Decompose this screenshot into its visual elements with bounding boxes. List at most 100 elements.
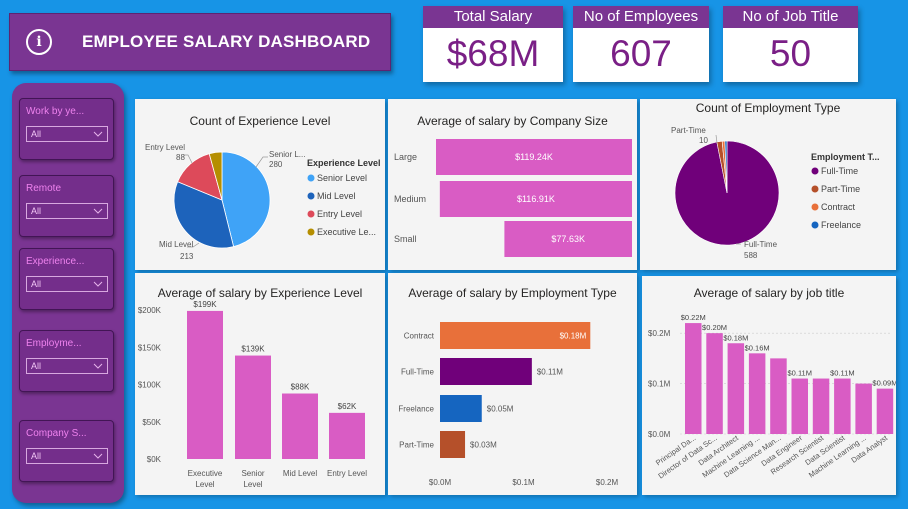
bar-chart-experience-salary: $0K $50K $100K $150K $200K $199K Executive Leve… (138, 300, 367, 489)
bar-data-science-man-4 (770, 358, 787, 434)
slicer-value: All (31, 451, 42, 461)
slicer-label: Employme... (26, 338, 82, 349)
data-label-executive-level: $199K (193, 300, 217, 309)
legend-item-senior-level: Senior Level (317, 173, 367, 183)
legend-item-full-time: Full-Time (821, 166, 858, 176)
slicer-experience[interactable]: Experience... All (19, 248, 114, 310)
chart-card-company-size: Average of salary by Company Size Large $… (388, 99, 637, 270)
legend-item-freelance: Freelance (821, 220, 861, 230)
chevron-down-icon[interactable] (93, 208, 103, 214)
legend-title: Employment T... (811, 152, 880, 162)
bar-chart-job-title-salary: $0.0M$0.1M$0.2M$0.22MPrincipal Da...$0.2… (648, 313, 896, 480)
chevron-down-icon[interactable] (93, 281, 103, 287)
chart-card-job-title-salary: Average of salary by job title $0.0M $0.1… (642, 276, 896, 495)
data-label-large: $119.24K (515, 152, 553, 162)
category-label-executive-level: Executive (188, 469, 223, 478)
data-label-part-time: $0.03M (470, 441, 497, 450)
data-label-mid-level: $88K (291, 383, 310, 392)
slicer-value: All (31, 129, 42, 139)
slicer-label: Remote (26, 183, 62, 194)
category-label-contract: Contract (404, 332, 435, 341)
legend-marker-freelance (811, 221, 819, 229)
legend-marker-entry-level (307, 210, 315, 218)
slicer-work-year[interactable]: Work by ye... All (19, 98, 114, 160)
bar-freelance (440, 395, 482, 422)
data-label-7: $0.11M (830, 369, 854, 378)
bar-research-scientist-6 (812, 378, 830, 434)
bar-machine-learning-3 (748, 353, 766, 434)
category-label-entry-level: Entry Level (327, 469, 367, 478)
category-label-freelance: Freelance (398, 405, 434, 414)
dashboard-title: EMPLOYEE SALARY DASHBOARD (82, 32, 371, 51)
bar-data-scientist-7 (834, 378, 851, 434)
y-tick-label: $0K (147, 455, 162, 464)
slice-label: Senior L... (269, 150, 305, 159)
data-label-senior-level: $139K (241, 345, 265, 354)
category-label-senior-level: Level (243, 480, 262, 489)
slicer-remote[interactable]: Remote All (19, 175, 114, 237)
data-label-small: $77.63K (551, 234, 585, 244)
bar-principal-da-0 (685, 323, 702, 434)
legend-item-part-time: Part-Time (821, 184, 860, 194)
x-tick-label: $0.2M (596, 478, 619, 487)
data-label-medium: $116.91K (517, 194, 555, 204)
bar-director-of-data-sc-1 (706, 333, 723, 434)
slicer-employment[interactable]: Employme... All (19, 330, 114, 392)
category-label-senior-level: Senior (241, 469, 264, 478)
kpi-no-of-job-title: No of Job Title 50 (723, 6, 858, 82)
slice-value-label: 280 (269, 160, 283, 169)
slicer-label: Work by ye... (26, 106, 85, 117)
slicer-dropdown[interactable]: All (26, 358, 108, 374)
slicer-dropdown[interactable]: All (26, 203, 108, 219)
chevron-down-icon[interactable] (93, 363, 103, 369)
leader-line (715, 134, 718, 144)
data-label-entry-level: $62K (338, 402, 357, 411)
slicer-dropdown[interactable]: All (26, 126, 108, 142)
legend-marker-part-time (811, 185, 819, 193)
bar-data-architect-2 (727, 343, 745, 434)
slicer-label: Company S... (26, 428, 87, 439)
bar-machine-learning-8 (855, 383, 872, 434)
chart-card-employment-salary: Average of salary by Employment Type Con… (388, 273, 637, 495)
slicer-label: Experience... (26, 256, 85, 267)
x-tick-label: $0.0M (429, 478, 452, 487)
leader-line (184, 154, 193, 164)
slicer-dropdown[interactable]: All (26, 448, 108, 464)
slicer-value: All (31, 361, 42, 371)
data-label-5: $0.11M (788, 369, 812, 378)
info-icon[interactable]: i (26, 29, 52, 55)
slicer-value: All (31, 206, 42, 216)
kpi-no-of-employees-label: No of Employees (573, 6, 709, 28)
slicer-value: All (31, 279, 42, 289)
bar-data-analyst-9 (876, 388, 894, 434)
chart-card-experience-count: Count of Experience Level Senior L... 280… (135, 99, 385, 270)
bar-entry-level (329, 412, 365, 459)
slice-label: Entry Level (145, 143, 185, 152)
bar-data-engineer-5 (791, 378, 808, 434)
kpi-no-of-job-title-label: No of Job Title (723, 6, 858, 28)
data-label-1: $0.20M (702, 323, 727, 332)
bar-part-time (440, 431, 466, 458)
chevron-down-icon[interactable] (93, 453, 103, 459)
kpi-no-of-job-title-value: 50 (769, 33, 812, 74)
bar-chart-company-size: Large $119.24K Medium $116.91K Small $77.63K (394, 139, 632, 257)
chevron-down-icon[interactable] (93, 131, 103, 137)
y-tick-label: $0.1M (648, 380, 671, 389)
slicer-dropdown[interactable]: All (26, 276, 108, 292)
slicer-company-size[interactable]: Company S... All (19, 420, 114, 482)
y-tick-label: $100K (138, 381, 162, 390)
leader-line (255, 156, 268, 168)
category-label-mid-level: Mid Level (283, 469, 317, 478)
kpi-no-of-employees-value: 607 (610, 33, 672, 74)
slice-label: Mid Level (159, 240, 193, 249)
category-label-executive-level: Level (195, 480, 214, 489)
pie-chart-experience: Senior L...280Mid Level213Entry Level88E… (145, 143, 381, 261)
slicer-panel: Work by ye... All Remote All Experience.… (12, 83, 124, 503)
dashboard-title-card: i EMPLOYEE SALARY DASHBOARD (9, 13, 391, 71)
category-label-full-time: Full-Time (401, 368, 435, 377)
bar-chart-employment-salary: Contract $0.18M Full-Time $0.11M Freelance $0… (398, 322, 619, 487)
kpi-no-of-employees: No of Employees 607 (573, 6, 709, 82)
legend-item-entry-level: Entry Level (317, 209, 362, 219)
chart-card-employment-count: Count of Employment Type Part-Time 10 Full… (640, 99, 896, 270)
legend-item-executive-le: Executive Le... (317, 227, 376, 237)
